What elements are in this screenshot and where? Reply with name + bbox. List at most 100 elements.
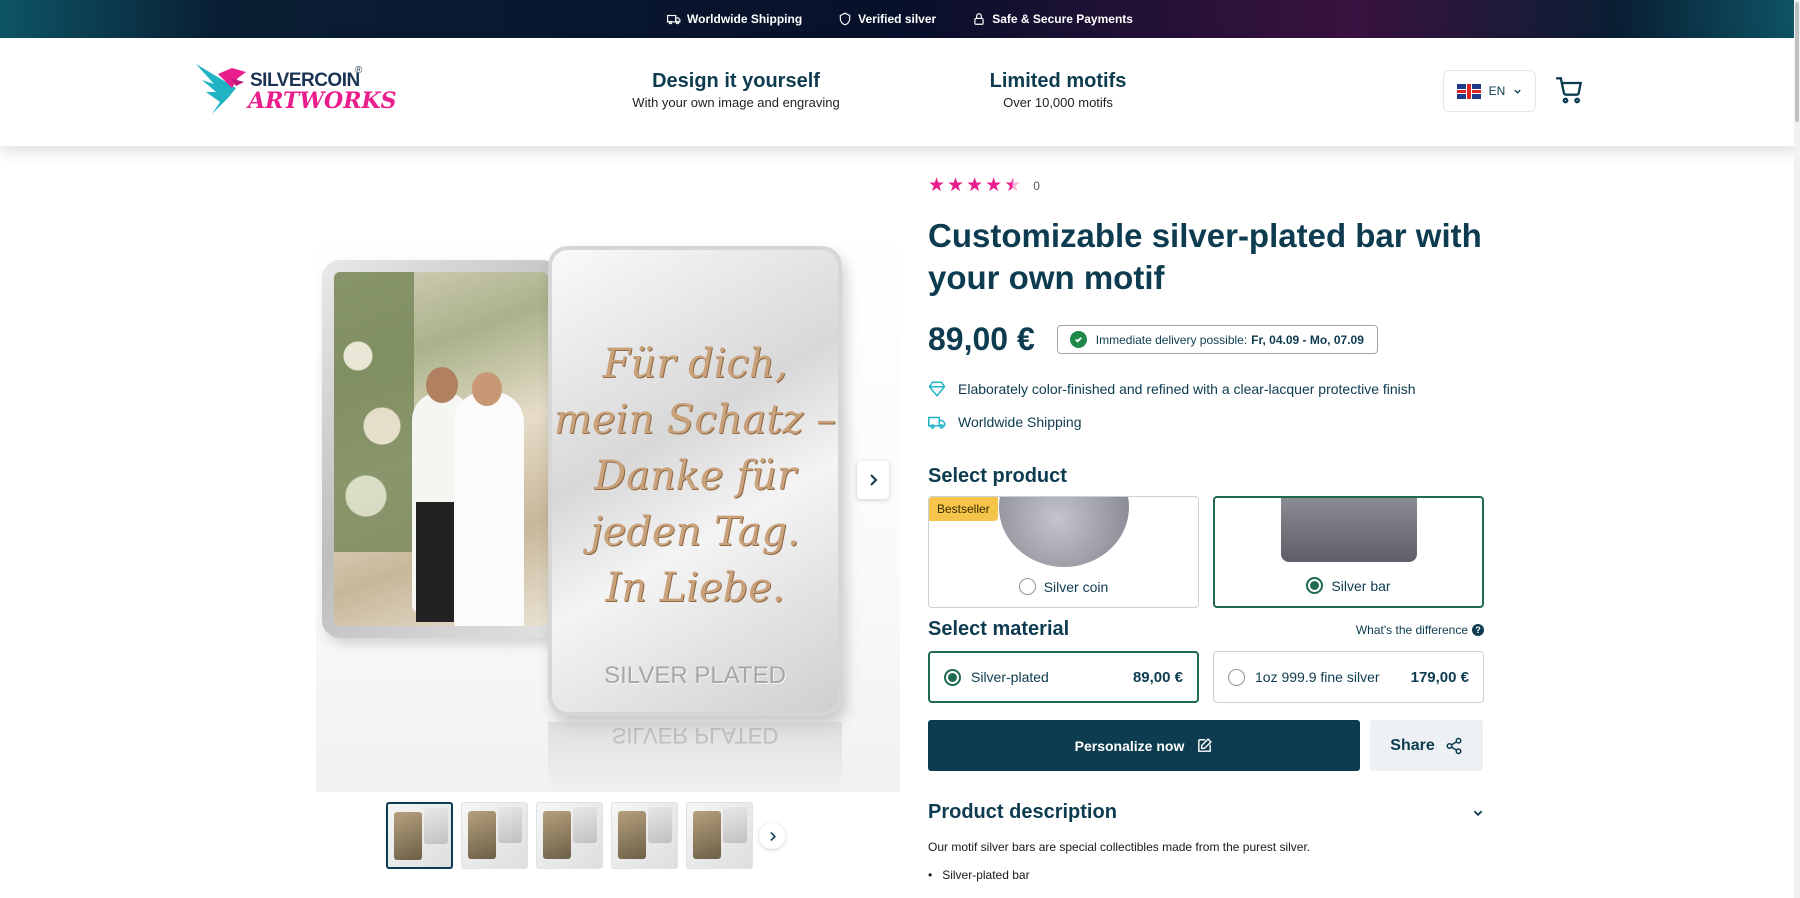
engraved-bar: Für dich, mein Schatz – Danke für jeden … bbox=[548, 246, 842, 716]
share-icon bbox=[1446, 737, 1462, 754]
material-label: 1oz 999.9 fine silver bbox=[1255, 669, 1380, 685]
eagle-logo-icon bbox=[196, 64, 246, 114]
description-heading: Product description bbox=[928, 801, 1117, 823]
product-price: 89,00 € bbox=[928, 321, 1035, 357]
edit-icon bbox=[1198, 738, 1213, 752]
reflection-text: SILVER PLATED bbox=[611, 723, 779, 748]
radio-button[interactable] bbox=[1228, 668, 1245, 686]
bar-reflection: SILVER PLATED bbox=[548, 722, 842, 792]
action-buttons: Personalize now Share bbox=[928, 720, 1484, 771]
select-product-heading: Select product bbox=[928, 465, 1067, 487]
truck-icon bbox=[667, 14, 681, 25]
chevron-right-icon bbox=[870, 474, 878, 486]
thumbnail-next-button[interactable] bbox=[759, 823, 785, 849]
product-image[interactable]: Für dich, mein Schatz – Danke für jeden … bbox=[316, 220, 900, 792]
thumbnail[interactable] bbox=[536, 802, 603, 869]
cart-icon[interactable] bbox=[1554, 76, 1584, 104]
site-header: SILVERCOIN ® ARTWORKS Design it yourself… bbox=[0, 38, 1800, 146]
engraving-line: mein Schatz – bbox=[553, 397, 837, 443]
nav-design-yourself[interactable]: Design it yourself With your own image a… bbox=[606, 70, 866, 110]
option-silver-bar[interactable]: Silver bar bbox=[1213, 496, 1484, 608]
language-code: EN bbox=[1488, 84, 1506, 98]
star-icon: ★ bbox=[966, 175, 984, 196]
diamond-icon bbox=[928, 381, 946, 397]
nav-title: Limited motifs bbox=[989, 70, 1127, 92]
star-icon: ★ bbox=[928, 175, 946, 196]
half-star-icon: ★ bbox=[1004, 175, 1022, 196]
logo-text-bottom: ARTWORKS bbox=[248, 88, 397, 114]
difference-link[interactable]: What's the difference ? bbox=[1356, 623, 1484, 637]
topbar-label: Safe & Secure Payments bbox=[992, 12, 1133, 26]
shield-icon bbox=[839, 12, 851, 26]
engraving-line: jeden Tag. bbox=[590, 509, 800, 555]
bullet-icon: • bbox=[928, 868, 933, 882]
truck-icon bbox=[928, 416, 946, 429]
bestseller-badge: Bestseller bbox=[929, 497, 998, 521]
description-accordion[interactable]: Product description bbox=[928, 801, 1484, 824]
option-text: Silver coin bbox=[1043, 578, 1109, 595]
option-silver-coin[interactable]: Bestseller Silver coin bbox=[928, 496, 1199, 608]
product-title: Customizable silver-plated bar with your… bbox=[928, 217, 1482, 296]
product-options: Bestseller Silver coin Silver bar bbox=[928, 496, 1484, 608]
material-silver-plated[interactable]: Silver-plated 89,00 € bbox=[928, 651, 1199, 703]
thumbnail-strip bbox=[386, 802, 753, 869]
chevron-down-icon bbox=[1473, 810, 1483, 816]
difference-text: What's the difference bbox=[1355, 622, 1468, 637]
engraving-line: In Liebe. bbox=[605, 565, 785, 611]
topbar-label: Verified silver bbox=[858, 12, 937, 26]
select-material-heading: Select material bbox=[928, 618, 1070, 640]
thumbnail[interactable] bbox=[461, 802, 528, 869]
lock-icon bbox=[974, 13, 984, 25]
engraving-text: Für dich, mein Schatz – Danke für jeden … bbox=[552, 336, 838, 616]
radio-button[interactable] bbox=[1018, 578, 1036, 595]
share-button[interactable]: Share bbox=[1370, 720, 1483, 771]
check-icon bbox=[1069, 331, 1087, 348]
thumbnail[interactable] bbox=[611, 802, 678, 869]
bullet-text: Silver-plated bar bbox=[942, 868, 1030, 882]
topbar-label: Worldwide Shipping bbox=[687, 12, 803, 26]
uk-flag-icon bbox=[1456, 83, 1481, 99]
feature-finish: Elaborately color-finished and refined w… bbox=[928, 380, 1484, 398]
feature-text: Worldwide Shipping bbox=[958, 414, 1082, 430]
nav-subtitle: Over 10,000 motifs bbox=[1003, 95, 1113, 110]
feature-text: Elaborately color-finished and refined w… bbox=[958, 381, 1416, 397]
description-bullet: • Silver-plated bar bbox=[928, 868, 1484, 882]
nav-title: Design it yourself bbox=[652, 70, 820, 92]
scrollbar-track[interactable] bbox=[1794, 0, 1800, 898]
couple-photo bbox=[334, 272, 548, 626]
question-icon: ? bbox=[1472, 623, 1484, 636]
product-info: ★ ★ ★ ★ ★ 0 Customizable silver-plated b… bbox=[928, 176, 1484, 882]
radio-button[interactable] bbox=[1306, 577, 1324, 594]
radio-button[interactable] bbox=[944, 668, 961, 686]
price-row: 89,00 € Immediate delivery possible: Fr,… bbox=[928, 321, 1484, 358]
rating[interactable]: ★ ★ ★ ★ ★ 0 bbox=[928, 176, 1484, 195]
thumbnail[interactable] bbox=[686, 802, 753, 869]
plated-label: SILVER PLATED bbox=[604, 662, 786, 689]
material-price: 179,00 € bbox=[1410, 668, 1469, 686]
brand-logo[interactable]: SILVERCOIN ® ARTWORKS bbox=[192, 58, 397, 118]
rating-count: 0 bbox=[1033, 178, 1040, 193]
nav-subtitle: With your own image and engraving bbox=[632, 95, 840, 110]
option-label: Silver bar bbox=[1215, 577, 1482, 594]
personalize-button[interactable]: Personalize now bbox=[928, 720, 1360, 771]
thumbnail[interactable] bbox=[386, 802, 453, 869]
star-icon: ★ bbox=[985, 175, 1003, 196]
material-fine-silver[interactable]: 1oz 999.9 fine silver 179,00 € bbox=[1213, 651, 1484, 703]
delivery-dates: Fr, 04.09 - Mo, 07.09 bbox=[1251, 332, 1364, 347]
announcement-bar: Worldwide Shipping Verified silver Safe … bbox=[0, 0, 1800, 38]
star-icon: ★ bbox=[947, 175, 965, 196]
logo-registered: ® bbox=[355, 65, 363, 76]
scrollbar-thumb[interactable] bbox=[1795, 2, 1799, 122]
share-label: Share bbox=[1390, 736, 1435, 754]
nav-limited-motifs[interactable]: Limited motifs Over 10,000 motifs bbox=[958, 70, 1158, 110]
language-selector[interactable]: EN bbox=[1443, 70, 1536, 112]
topbar-item-shipping: Worldwide Shipping bbox=[667, 12, 802, 26]
material-label: Silver-plated bbox=[971, 669, 1049, 685]
gallery-next-button[interactable] bbox=[857, 461, 889, 499]
chevron-down-icon bbox=[1514, 89, 1522, 94]
option-text: Silver bar bbox=[1331, 577, 1391, 594]
topbar-item-verified: Verified silver bbox=[838, 12, 936, 26]
engraving-line: Danke für bbox=[594, 453, 796, 499]
chevron-right-icon bbox=[769, 831, 776, 841]
silver-bar-image bbox=[1281, 498, 1417, 562]
